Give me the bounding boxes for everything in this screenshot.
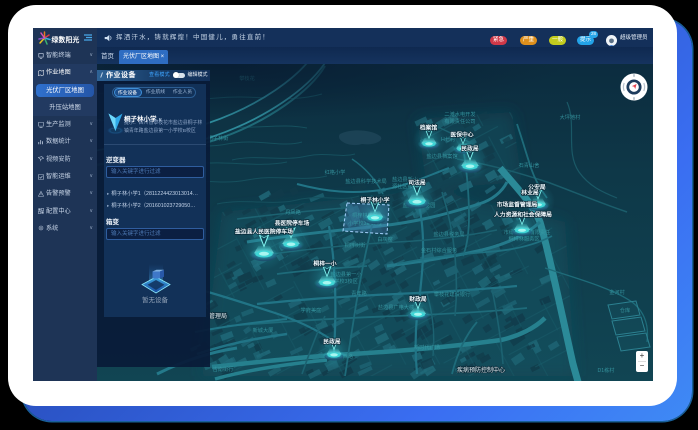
svg-text:县医院停车场: 县医院停车场 [275,219,310,227]
svg-text:民政局: 民政局 [323,338,341,346]
svg-text:金河村: 金河村 [609,288,625,296]
svg-text:丹凤路: 丹凤路 [285,208,301,216]
svg-text:红格小学: 红格小学 [325,168,346,176]
svg-text:古南街行: 古南街行 [213,365,234,373]
svg-text:桐子林小学: 桐子林小学 [361,196,390,204]
svg-text:桐梓树街: 桐梓树街 [345,241,366,249]
svg-text:人力资源和社会保障局: 人力资源和社会保障局 [493,211,552,219]
svg-text:白灰窑: 白灰窑 [377,235,393,243]
svg-text:桐梓一小: 桐梓一小 [313,260,336,268]
svg-text:新城大厦: 新城大厦 [253,326,274,334]
svg-text:仓库: 仓库 [620,306,630,314]
svg-text:石青山舍: 石青山舍 [519,161,541,169]
svg-text:学府美庭: 学府美庭 [301,306,322,314]
svg-text:财政局: 财政局 [408,295,427,303]
svg-text:市场监督管理局: 市场监督管理局 [497,201,538,209]
svg-text:林业局: 林业局 [521,189,539,197]
svg-text:盐边县人民医院停车场: 盐边县人民医院停车场 [235,228,293,236]
svg-text:疾病预防控制中心: 疾病预防控制中心 [457,366,505,374]
svg-text:D1栋村: D1栋村 [597,366,614,374]
svg-text:青年路: 青年路 [351,289,367,297]
svg-text:攀枝花建设银行: 攀枝花建设银行 [434,290,470,298]
svg-text:新时代广场: 新时代广场 [414,343,440,351]
svg-text:金石村综合服务: 金石村综合服务 [421,246,457,254]
svg-text:司法局: 司法局 [408,179,426,187]
svg-text:盐边县税务局: 盐边县税务局 [433,230,464,238]
svg-text:盐边县科学技术局: 盐边县科学技术局 [345,177,387,185]
svg-text:管理局: 管理局 [209,312,227,320]
